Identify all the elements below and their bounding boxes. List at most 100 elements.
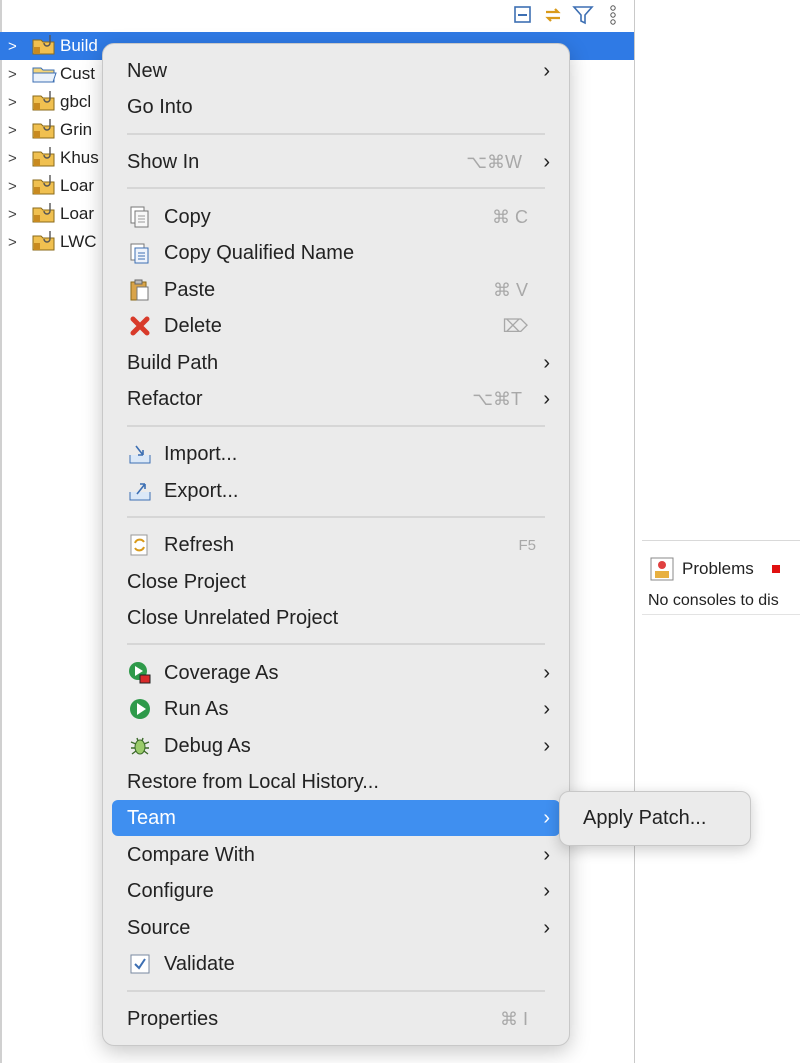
menu-item-apply-patch[interactable]: Apply Patch...: [570, 800, 740, 836]
menu-item-label: Show In: [127, 150, 200, 173]
menu-item-source[interactable]: Source ›: [112, 910, 560, 946]
menu-item-label: Validate: [164, 952, 235, 975]
menu-item-delete[interactable]: Delete ⌦: [112, 308, 560, 344]
console-message: No consoles to dis: [648, 592, 779, 609]
tree-item-label: Build: [60, 36, 98, 55]
menu-item-label: Close Project: [127, 570, 246, 593]
menu-item-show-in[interactable]: Show In ⌥⌘W ›: [112, 144, 560, 180]
chevron-right-icon: ›: [543, 843, 550, 866]
menu-item-shortcut: ⌘ C: [492, 206, 528, 227]
menu-separator: [127, 425, 545, 427]
chevron-right-icon: ›: [543, 387, 550, 410]
explorer-toolbar: [512, 0, 624, 30]
project-folder-icon: [32, 175, 55, 195]
menu-item-label: Coverage As: [164, 661, 279, 684]
chevron-right-icon: ›: [543, 661, 550, 684]
tree-item-label: Loar: [60, 204, 95, 223]
chevron-right-icon: ›: [543, 734, 550, 757]
chevron-right-icon: ›: [543, 59, 550, 82]
menu-item-label: Run As: [164, 697, 229, 720]
menu-item-label: Paste: [164, 278, 216, 301]
tree-item-label: Grin: [60, 120, 93, 139]
view-menu-icon[interactable]: [602, 4, 624, 26]
debug-icon: [127, 733, 153, 759]
menu-item-refresh[interactable]: Refresh F5: [112, 527, 560, 563]
run-icon: [127, 696, 153, 722]
paste-icon: [127, 277, 153, 303]
project-folder-icon: [32, 147, 55, 167]
tree-item-label: LWC: [60, 232, 97, 251]
chevron-right-icon: ›: [543, 916, 550, 939]
menu-item-configure[interactable]: Configure ›: [112, 873, 560, 909]
menu-item-label: Refactor: [127, 387, 203, 410]
chevron-right-icon[interactable]: >: [8, 178, 30, 195]
filter-icon[interactable]: [572, 4, 594, 26]
chevron-right-icon[interactable]: >: [8, 94, 30, 111]
menu-item-paste[interactable]: Paste ⌘ V: [112, 272, 560, 308]
project-folder-icon: [32, 35, 55, 55]
problems-icon: [650, 557, 674, 581]
chevron-right-icon[interactable]: >: [8, 150, 30, 167]
project-folder-icon: [32, 203, 55, 223]
menu-item-team[interactable]: Team ›: [112, 800, 560, 836]
project-folder-icon: [32, 91, 55, 111]
menu-separator: [127, 133, 545, 135]
chevron-right-icon: ›: [543, 150, 550, 173]
tab-problems-label: Problems: [682, 559, 754, 578]
menu-item-shortcut: ⌦: [502, 315, 528, 336]
menu-item-restore-local-history[interactable]: Restore from Local History...: [112, 764, 560, 800]
menu-item-properties[interactable]: Properties ⌘ I: [112, 1001, 560, 1037]
editor-area: [642, 0, 800, 1063]
export-icon: [127, 478, 153, 504]
collapse-all-icon[interactable]: [512, 4, 534, 26]
menu-item-import[interactable]: Import...: [112, 436, 560, 472]
menu-item-run-as[interactable]: Run As ›: [112, 691, 560, 727]
link-with-editor-icon[interactable]: [542, 4, 564, 26]
menu-item-label: Close Unrelated Project: [127, 606, 339, 629]
menu-item-build-path[interactable]: Build Path ›: [112, 345, 560, 381]
checkbox-icon: [127, 951, 153, 977]
chevron-right-icon[interactable]: >: [8, 206, 30, 223]
menu-item-label: Import...: [164, 442, 238, 465]
import-icon: [127, 441, 153, 467]
menu-item-label: Go Into: [127, 95, 193, 118]
menu-item-label: Refresh: [164, 533, 235, 556]
menu-separator: [127, 187, 545, 189]
chevron-right-icon[interactable]: >: [8, 234, 30, 251]
menu-item-label: Copy: [164, 205, 211, 228]
menu-item-validate[interactable]: Validate: [112, 946, 560, 982]
menu-item-shortcut: ⌥⌘T: [472, 388, 522, 409]
menu-item-compare-with[interactable]: Compare With ›: [112, 837, 560, 873]
menu-item-close-project[interactable]: Close Project: [112, 564, 560, 600]
menu-item-export[interactable]: Export...: [112, 473, 560, 509]
menu-separator: [127, 990, 545, 992]
menu-item-label: Source: [127, 916, 191, 939]
menu-item-go-into[interactable]: Go Into: [112, 89, 560, 125]
menu-item-label: New: [127, 59, 168, 82]
context-menu: New › Go Into Show In ⌥⌘W › Copy ⌘ C Cop…: [102, 43, 570, 1046]
menu-item-label: Restore from Local History...: [127, 770, 379, 793]
chevron-right-icon[interactable]: >: [8, 66, 30, 83]
menu-separator: [127, 516, 545, 518]
menu-item-shortcut: ⌥⌘W: [466, 151, 522, 172]
tree-item-label: Loar: [60, 176, 95, 195]
refresh-icon: [127, 532, 153, 558]
chevron-right-icon[interactable]: >: [8, 122, 30, 139]
menu-item-close-unrelated-project[interactable]: Close Unrelated Project: [112, 600, 560, 636]
menu-item-copy[interactable]: Copy ⌘ C: [112, 199, 560, 235]
menu-item-new[interactable]: New ›: [112, 53, 560, 89]
coverage-icon: [127, 660, 153, 686]
team-submenu: Apply Patch...: [559, 791, 751, 846]
copy-icon: [127, 204, 153, 230]
menu-item-debug-as[interactable]: Debug As ›: [112, 728, 560, 764]
tab-problems[interactable]: Problems: [650, 557, 780, 581]
menu-item-label: Build Path: [127, 351, 219, 374]
menu-separator: [127, 643, 545, 645]
chevron-right-icon[interactable]: >: [8, 38, 30, 55]
menu-item-refactor[interactable]: Refactor ⌥⌘T ›: [112, 381, 560, 417]
menu-item-copy-qualified-name[interactable]: Copy Qualified Name: [112, 235, 560, 271]
chevron-right-icon: ›: [543, 806, 550, 829]
menu-item-label: Team: [127, 806, 176, 829]
tree-item-label: Khus: [60, 148, 99, 167]
menu-item-coverage-as[interactable]: Coverage As ›: [112, 655, 560, 691]
